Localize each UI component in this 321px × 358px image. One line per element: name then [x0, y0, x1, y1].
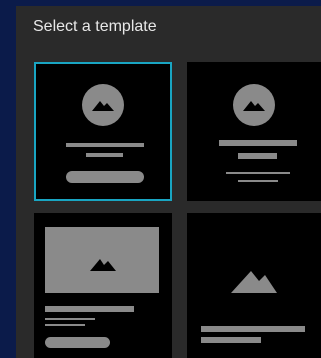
text-line-placeholder [86, 153, 123, 157]
text-line-placeholder [226, 172, 290, 174]
text-line-placeholder [219, 140, 297, 146]
button-placeholder [66, 171, 144, 183]
template-card-3[interactable] [34, 213, 172, 358]
text-line-placeholder [238, 153, 277, 159]
text-line-placeholder [45, 318, 95, 320]
image-placeholder-circle [233, 84, 275, 126]
text-line-placeholder [45, 306, 134, 312]
template-card-4[interactable] [187, 213, 321, 358]
text-line-placeholder [45, 324, 85, 326]
image-placeholder-banner [45, 227, 159, 293]
image-placeholder-circle [82, 84, 124, 126]
button-placeholder [45, 337, 110, 348]
text-line-placeholder [66, 143, 144, 147]
text-line-placeholder [238, 180, 278, 182]
template-dialog: Select a template [16, 6, 321, 358]
mountain-image-icon [231, 271, 277, 293]
dialog-title: Select a template [33, 18, 157, 35]
template-card-2[interactable] [187, 62, 321, 201]
mountain-image-icon [92, 101, 114, 111]
mountain-image-icon [90, 259, 116, 271]
mountain-image-icon [243, 101, 265, 111]
text-line-placeholder [201, 337, 261, 343]
template-card-1[interactable] [34, 62, 172, 201]
text-line-placeholder [201, 326, 305, 332]
